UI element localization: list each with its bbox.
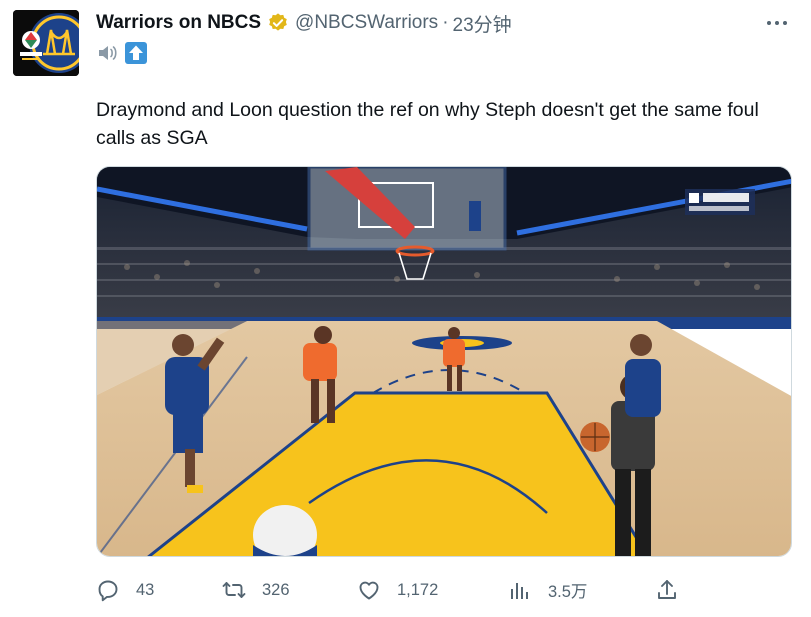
avatar[interactable]: [13, 10, 79, 76]
views-button[interactable]: 3.5万: [508, 576, 587, 604]
tweet-text: Draymond and Loon question the ref on wh…: [96, 99, 759, 149]
like-button[interactable]: 1,172: [357, 576, 438, 604]
separator-dot: ·: [442, 12, 449, 33]
retweet-icon: [222, 578, 246, 602]
share-button[interactable]: [655, 576, 679, 604]
heart-icon: [357, 578, 381, 602]
views-count: 3.5万: [548, 583, 588, 601]
reply-button[interactable]: 43: [96, 576, 154, 604]
verified-badge-icon: [267, 12, 289, 34]
like-count: 1,172: [397, 580, 439, 599]
reply-count: 43: [136, 580, 155, 599]
views-icon: [508, 578, 532, 602]
share-icon: [655, 578, 679, 602]
action-bar: 43 326 1,172 3.5万: [96, 576, 696, 604]
nbc-sports-warriors-logo-icon: [13, 10, 79, 76]
retweet-count: 326: [262, 580, 290, 599]
tweet-header: Warriors on NBCS @NBCSWarriors · 23分钟: [96, 10, 512, 37]
more-options-icon[interactable]: [760, 10, 794, 36]
handle[interactable]: @NBCSWarriors: [295, 12, 438, 34]
bio-emojis: [96, 40, 152, 66]
timestamp[interactable]: 23分钟: [453, 10, 512, 37]
basketball-game-still: [97, 167, 791, 556]
up-arrow-icon: [124, 41, 148, 65]
video-media[interactable]: [96, 166, 792, 557]
tweet-card[interactable]: Warriors on NBCS @NBCSWarriors · 23分钟 Dr…: [0, 0, 811, 617]
reply-icon: [96, 578, 120, 602]
display-name[interactable]: Warriors on NBCS: [96, 12, 261, 34]
speaker-icon: [96, 41, 120, 65]
retweet-button[interactable]: 326: [222, 576, 290, 604]
